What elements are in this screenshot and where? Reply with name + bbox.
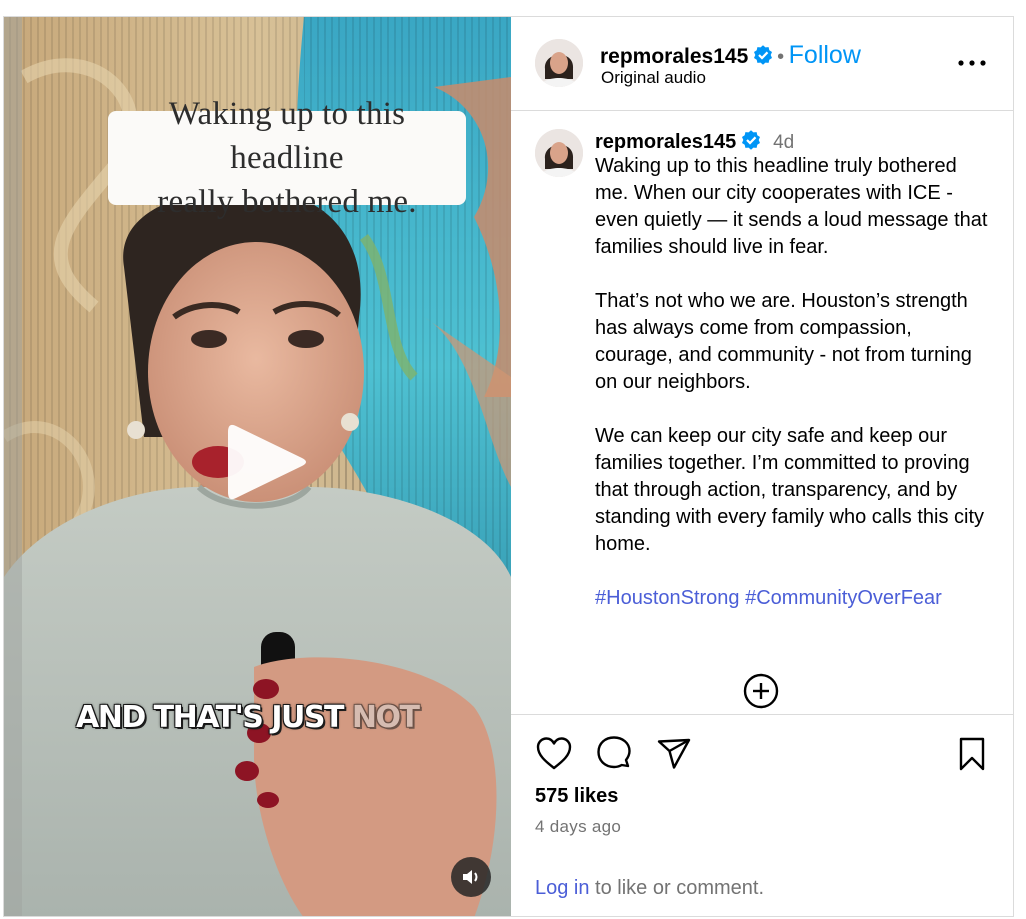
- like-button[interactable]: [535, 735, 573, 773]
- share-button[interactable]: [655, 735, 693, 773]
- caption-paragraph: Waking up to this headline truly bothere…: [595, 155, 988, 258]
- login-prompt: Log in to like or comment.: [535, 877, 764, 900]
- caption-section: repmorales145 4d Waking up to this headl…: [511, 111, 1013, 714]
- play-icon: [228, 424, 306, 500]
- audio-icon: [463, 870, 478, 884]
- save-button[interactable]: [953, 735, 991, 773]
- post-side-panel: repmorales145 • Follow Original audio re…: [511, 17, 1013, 916]
- add-comment-icon: [743, 673, 779, 709]
- caption-hashtags: #HoustonStrong #CommunityOverFear: [595, 585, 995, 612]
- instagram-post: Waking up to this headline really bother…: [3, 16, 1014, 917]
- video-subtitle: AND THAT'S JUST NOT: [76, 700, 420, 735]
- avatar-image: [535, 39, 583, 87]
- audio-label[interactable]: Original audio: [601, 68, 706, 88]
- comment-button[interactable]: [595, 735, 633, 773]
- more-options-button[interactable]: [957, 53, 987, 73]
- video-subtitle-faded: NOT: [351, 700, 420, 735]
- header-user-line: repmorales145 • Follow: [600, 41, 861, 70]
- header-username[interactable]: repmorales145: [600, 45, 748, 68]
- heart-icon: [536, 737, 572, 770]
- hashtag-link[interactable]: #CommunityOverFear: [745, 587, 942, 609]
- like-count[interactable]: 575 likes: [535, 785, 618, 808]
- login-prompt-text: to like or comment.: [589, 877, 765, 899]
- caption-verified-badge-icon: [741, 130, 761, 155]
- video-headline-text: Waking up to this headline really bother…: [157, 96, 417, 220]
- caption-username[interactable]: repmorales145: [595, 131, 736, 153]
- share-icon: [657, 738, 691, 769]
- caption-time[interactable]: 4d: [773, 132, 794, 153]
- login-link[interactable]: Log in: [535, 877, 590, 899]
- follow-button[interactable]: Follow: [789, 41, 861, 69]
- avatar[interactable]: [535, 39, 583, 87]
- load-more-comments-button[interactable]: [743, 673, 779, 709]
- video-headline-card: Waking up to this headline really bother…: [108, 96, 466, 220]
- video-subtitle-bright: AND THAT'S JUST: [76, 700, 344, 735]
- bookmark-icon: [959, 737, 985, 771]
- caption-paragraph: We can keep our city safe and keep our f…: [595, 425, 985, 555]
- play-button[interactable]: [214, 412, 314, 512]
- caption-user-line: repmorales145 4d: [595, 130, 794, 155]
- comment-icon: [597, 736, 631, 769]
- more-options-icon: [958, 60, 986, 66]
- post-date[interactable]: 4 days ago: [535, 817, 621, 837]
- hashtag-link[interactable]: #HoustonStrong: [595, 587, 740, 609]
- audio-toggle-button[interactable]: [451, 857, 491, 897]
- video-player[interactable]: Waking up to this headline really bother…: [4, 17, 511, 916]
- caption-avatar-image: [535, 129, 583, 177]
- post-header: repmorales145 • Follow Original audio: [511, 17, 1013, 111]
- caption-avatar[interactable]: [535, 129, 583, 177]
- caption-text: Waking up to this headline truly bothere…: [595, 153, 995, 639]
- caption-paragraph: That’s not who we are. Houston’s strengt…: [595, 290, 972, 393]
- verified-badge-icon: [753, 45, 773, 70]
- header-separator: •: [777, 46, 785, 68]
- post-actions: 575 likes 4 days ago Log in to like or c…: [511, 714, 1013, 916]
